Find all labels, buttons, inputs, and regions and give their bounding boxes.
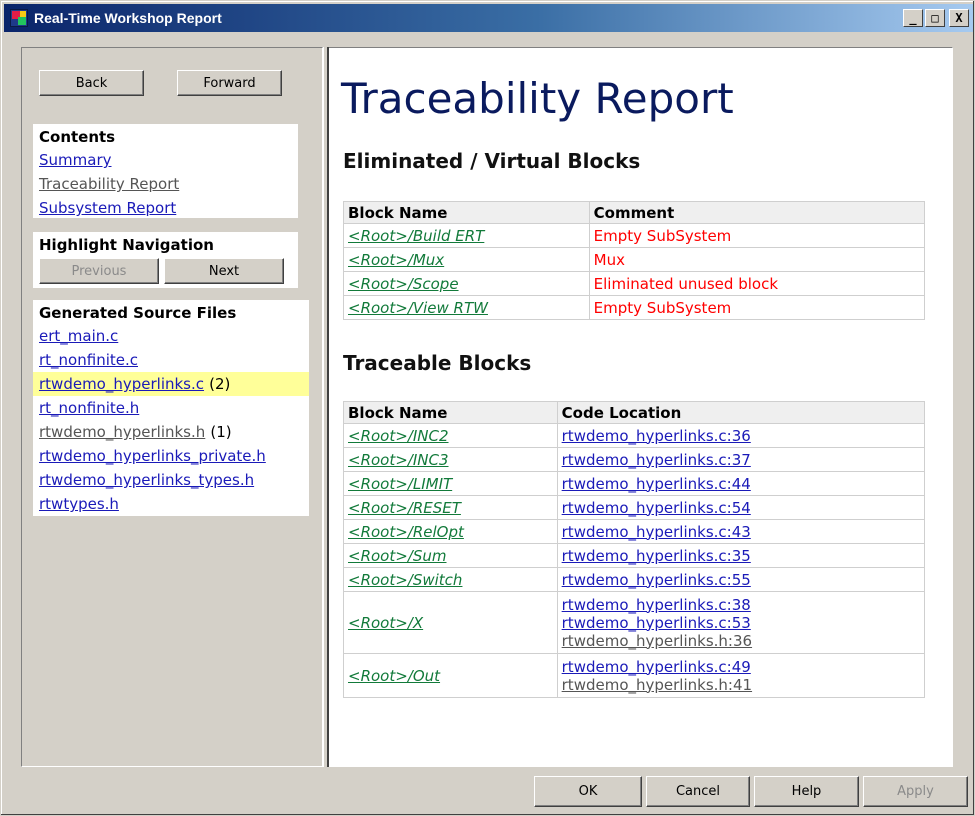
highlight-navigation-title: Highlight Navigation — [39, 236, 214, 254]
block-link[interactable]: <Root>/Mux — [348, 251, 444, 269]
file-item: rtwdemo_hyperlinks.h (1) — [33, 420, 309, 444]
comment-cell: Mux — [588, 247, 926, 272]
window-title: Real-Time Workshop Report — [34, 10, 222, 26]
block-link[interactable]: <Root>/X — [348, 614, 423, 632]
traceable-blocks-heading: Traceable Blocks — [343, 351, 532, 375]
file-item: ert_main.c — [33, 324, 309, 348]
comment-cell: Empty SubSystem — [588, 295, 926, 320]
traceable-blocks-table: Block Name Code Location <Root>/INC2 rtw… — [343, 401, 926, 698]
table-header-row: Block Name Code Location — [343, 401, 926, 424]
block-link[interactable]: <Root>/RelOpt — [348, 523, 464, 541]
table-row: <Root>/Out rtwdemo_hyperlinks.c:49 rtwde… — [343, 653, 926, 698]
file-item: rtwdemo_hyperlinks_types.h — [33, 468, 309, 492]
table-row: <Root>/Mux Mux — [343, 247, 926, 272]
file-link-rtwdemo-hyperlinks-h[interactable]: rtwdemo_hyperlinks.h — [39, 423, 205, 441]
code-location-link[interactable]: rtwdemo_hyperlinks.h:41 — [562, 676, 920, 694]
apply-button[interactable]: Apply — [863, 776, 968, 807]
column-header: Block Name — [343, 201, 590, 224]
file-item: rt_nonfinite.h — [33, 396, 309, 420]
contents-title: Contents — [39, 128, 116, 146]
file-link-rt-nonfinite-c[interactable]: rt_nonfinite.c — [39, 351, 138, 369]
file-item: rtwdemo_hyperlinks_private.h — [33, 444, 309, 468]
navigation-sidebar: Back Forward Contents Summary Traceabili… — [21, 47, 323, 767]
table-row: <Root>/Switch rtwdemo_hyperlinks.c:55 — [343, 567, 926, 592]
code-location-link[interactable]: rtwdemo_hyperlinks.c:49 — [562, 658, 920, 676]
table-row: <Root>/INC2 rtwdemo_hyperlinks.c:36 — [343, 423, 926, 448]
block-link[interactable]: <Root>/View RTW — [348, 299, 488, 317]
contents-panel: Contents Summary Traceability Report Sub… — [33, 124, 298, 218]
block-link[interactable]: <Root>/Out — [348, 667, 440, 685]
code-location-link[interactable]: rtwdemo_hyperlinks.c:44 — [562, 475, 920, 493]
table-row: <Root>/INC3 rtwdemo_hyperlinks.c:37 — [343, 447, 926, 472]
close-button[interactable]: X — [949, 9, 969, 27]
block-link[interactable]: <Root>/INC2 — [348, 427, 449, 445]
table-header-row: Block Name Comment — [343, 201, 926, 224]
code-location-link[interactable]: rtwdemo_hyperlinks.h:36 — [562, 632, 920, 650]
eliminated-blocks-table: Block Name Comment <Root>/Build ERT Empt… — [343, 201, 926, 320]
title-bar[interactable]: Real-Time Workshop Report _ □ X — [4, 4, 973, 32]
block-link[interactable]: <Root>/INC3 — [348, 451, 449, 469]
file-item-highlighted: rtwdemo_hyperlinks.c (2) — [33, 372, 309, 396]
code-location-link[interactable]: rtwdemo_hyperlinks.c:54 — [562, 499, 920, 517]
file-link-rtwdemo-hyperlinks-private-h[interactable]: rtwdemo_hyperlinks_private.h — [39, 447, 266, 465]
generated-source-files-panel: Generated Source Files ert_main.c rt_non… — [33, 300, 309, 516]
page-title: Traceability Report — [341, 74, 734, 123]
column-header: Code Location — [556, 401, 926, 424]
ok-button[interactable]: OK — [534, 776, 642, 807]
next-highlight-button[interactable]: Next — [164, 258, 284, 284]
file-link-rtwdemo-hyperlinks-types-h[interactable]: rtwdemo_hyperlinks_types.h — [39, 471, 254, 489]
column-header: Block Name — [343, 401, 558, 424]
simulink-app-icon — [10, 9, 28, 27]
block-link[interactable]: <Root>/Scope — [348, 275, 459, 293]
table-row: <Root>/Sum rtwdemo_hyperlinks.c:35 — [343, 543, 926, 568]
block-link[interactable]: <Root>/Build ERT — [348, 227, 484, 245]
report-window: Real-Time Workshop Report _ □ X Back For… — [0, 0, 975, 816]
report-content: Traceability Report Eliminated / Virtual… — [329, 47, 953, 767]
table-row: <Root>/RESET rtwdemo_hyperlinks.c:54 — [343, 495, 926, 520]
contents-link-subsystem-report[interactable]: Subsystem Report — [39, 196, 292, 220]
table-row: <Root>/Build ERT Empty SubSystem — [343, 223, 926, 248]
table-row: <Root>/LIMIT rtwdemo_hyperlinks.c:44 — [343, 471, 926, 496]
contents-link-summary[interactable]: Summary — [39, 148, 292, 172]
block-link[interactable]: <Root>/LIMIT — [348, 475, 452, 493]
cancel-button[interactable]: Cancel — [646, 776, 750, 807]
code-location-link[interactable]: rtwdemo_hyperlinks.c:53 — [562, 614, 920, 632]
block-link[interactable]: <Root>/RESET — [348, 499, 461, 517]
column-header: Comment — [588, 201, 926, 224]
eliminated-blocks-heading: Eliminated / Virtual Blocks — [343, 149, 641, 173]
code-location-link[interactable]: rtwdemo_hyperlinks.c:37 — [562, 451, 920, 469]
table-row: <Root>/RelOpt rtwdemo_hyperlinks.c:43 — [343, 519, 926, 544]
contents-link-traceability-report[interactable]: Traceability Report — [39, 172, 292, 196]
file-link-ert-main-c[interactable]: ert_main.c — [39, 327, 118, 345]
code-location-link[interactable]: rtwdemo_hyperlinks.c:36 — [562, 427, 920, 445]
forward-button[interactable]: Forward — [177, 70, 282, 96]
table-row: <Root>/X rtwdemo_hyperlinks.c:38 rtwdemo… — [343, 591, 926, 654]
back-button[interactable]: Back — [39, 70, 144, 96]
code-location-link[interactable]: rtwdemo_hyperlinks.c:35 — [562, 547, 920, 565]
minimize-button[interactable]: _ — [903, 9, 923, 27]
table-row: <Root>/View RTW Empty SubSystem — [343, 295, 926, 320]
file-highlight-count: (2) — [209, 375, 231, 393]
table-row: <Root>/Scope Eliminated unused block — [343, 271, 926, 296]
help-button[interactable]: Help — [754, 776, 859, 807]
comment-cell: Empty SubSystem — [588, 223, 926, 248]
maximize-button[interactable]: □ — [925, 9, 945, 27]
file-link-rt-nonfinite-h[interactable]: rt_nonfinite.h — [39, 399, 139, 417]
code-location-link[interactable]: rtwdemo_hyperlinks.c:43 — [562, 523, 920, 541]
block-link[interactable]: <Root>/Sum — [348, 547, 447, 565]
file-item: rt_nonfinite.c — [33, 348, 309, 372]
file-link-rtwtypes-h[interactable]: rtwtypes.h — [39, 495, 119, 513]
code-location-link[interactable]: rtwdemo_hyperlinks.c:38 — [562, 596, 920, 614]
block-link[interactable]: <Root>/Switch — [348, 571, 462, 589]
file-item: rtwtypes.h — [33, 492, 309, 516]
code-location-link[interactable]: rtwdemo_hyperlinks.c:55 — [562, 571, 920, 589]
file-highlight-count: (1) — [210, 423, 232, 441]
previous-highlight-button[interactable]: Previous — [39, 258, 159, 284]
file-link-rtwdemo-hyperlinks-c[interactable]: rtwdemo_hyperlinks.c — [39, 375, 204, 393]
generated-source-files-title: Generated Source Files — [39, 304, 237, 322]
comment-cell: Eliminated unused block — [588, 271, 926, 296]
